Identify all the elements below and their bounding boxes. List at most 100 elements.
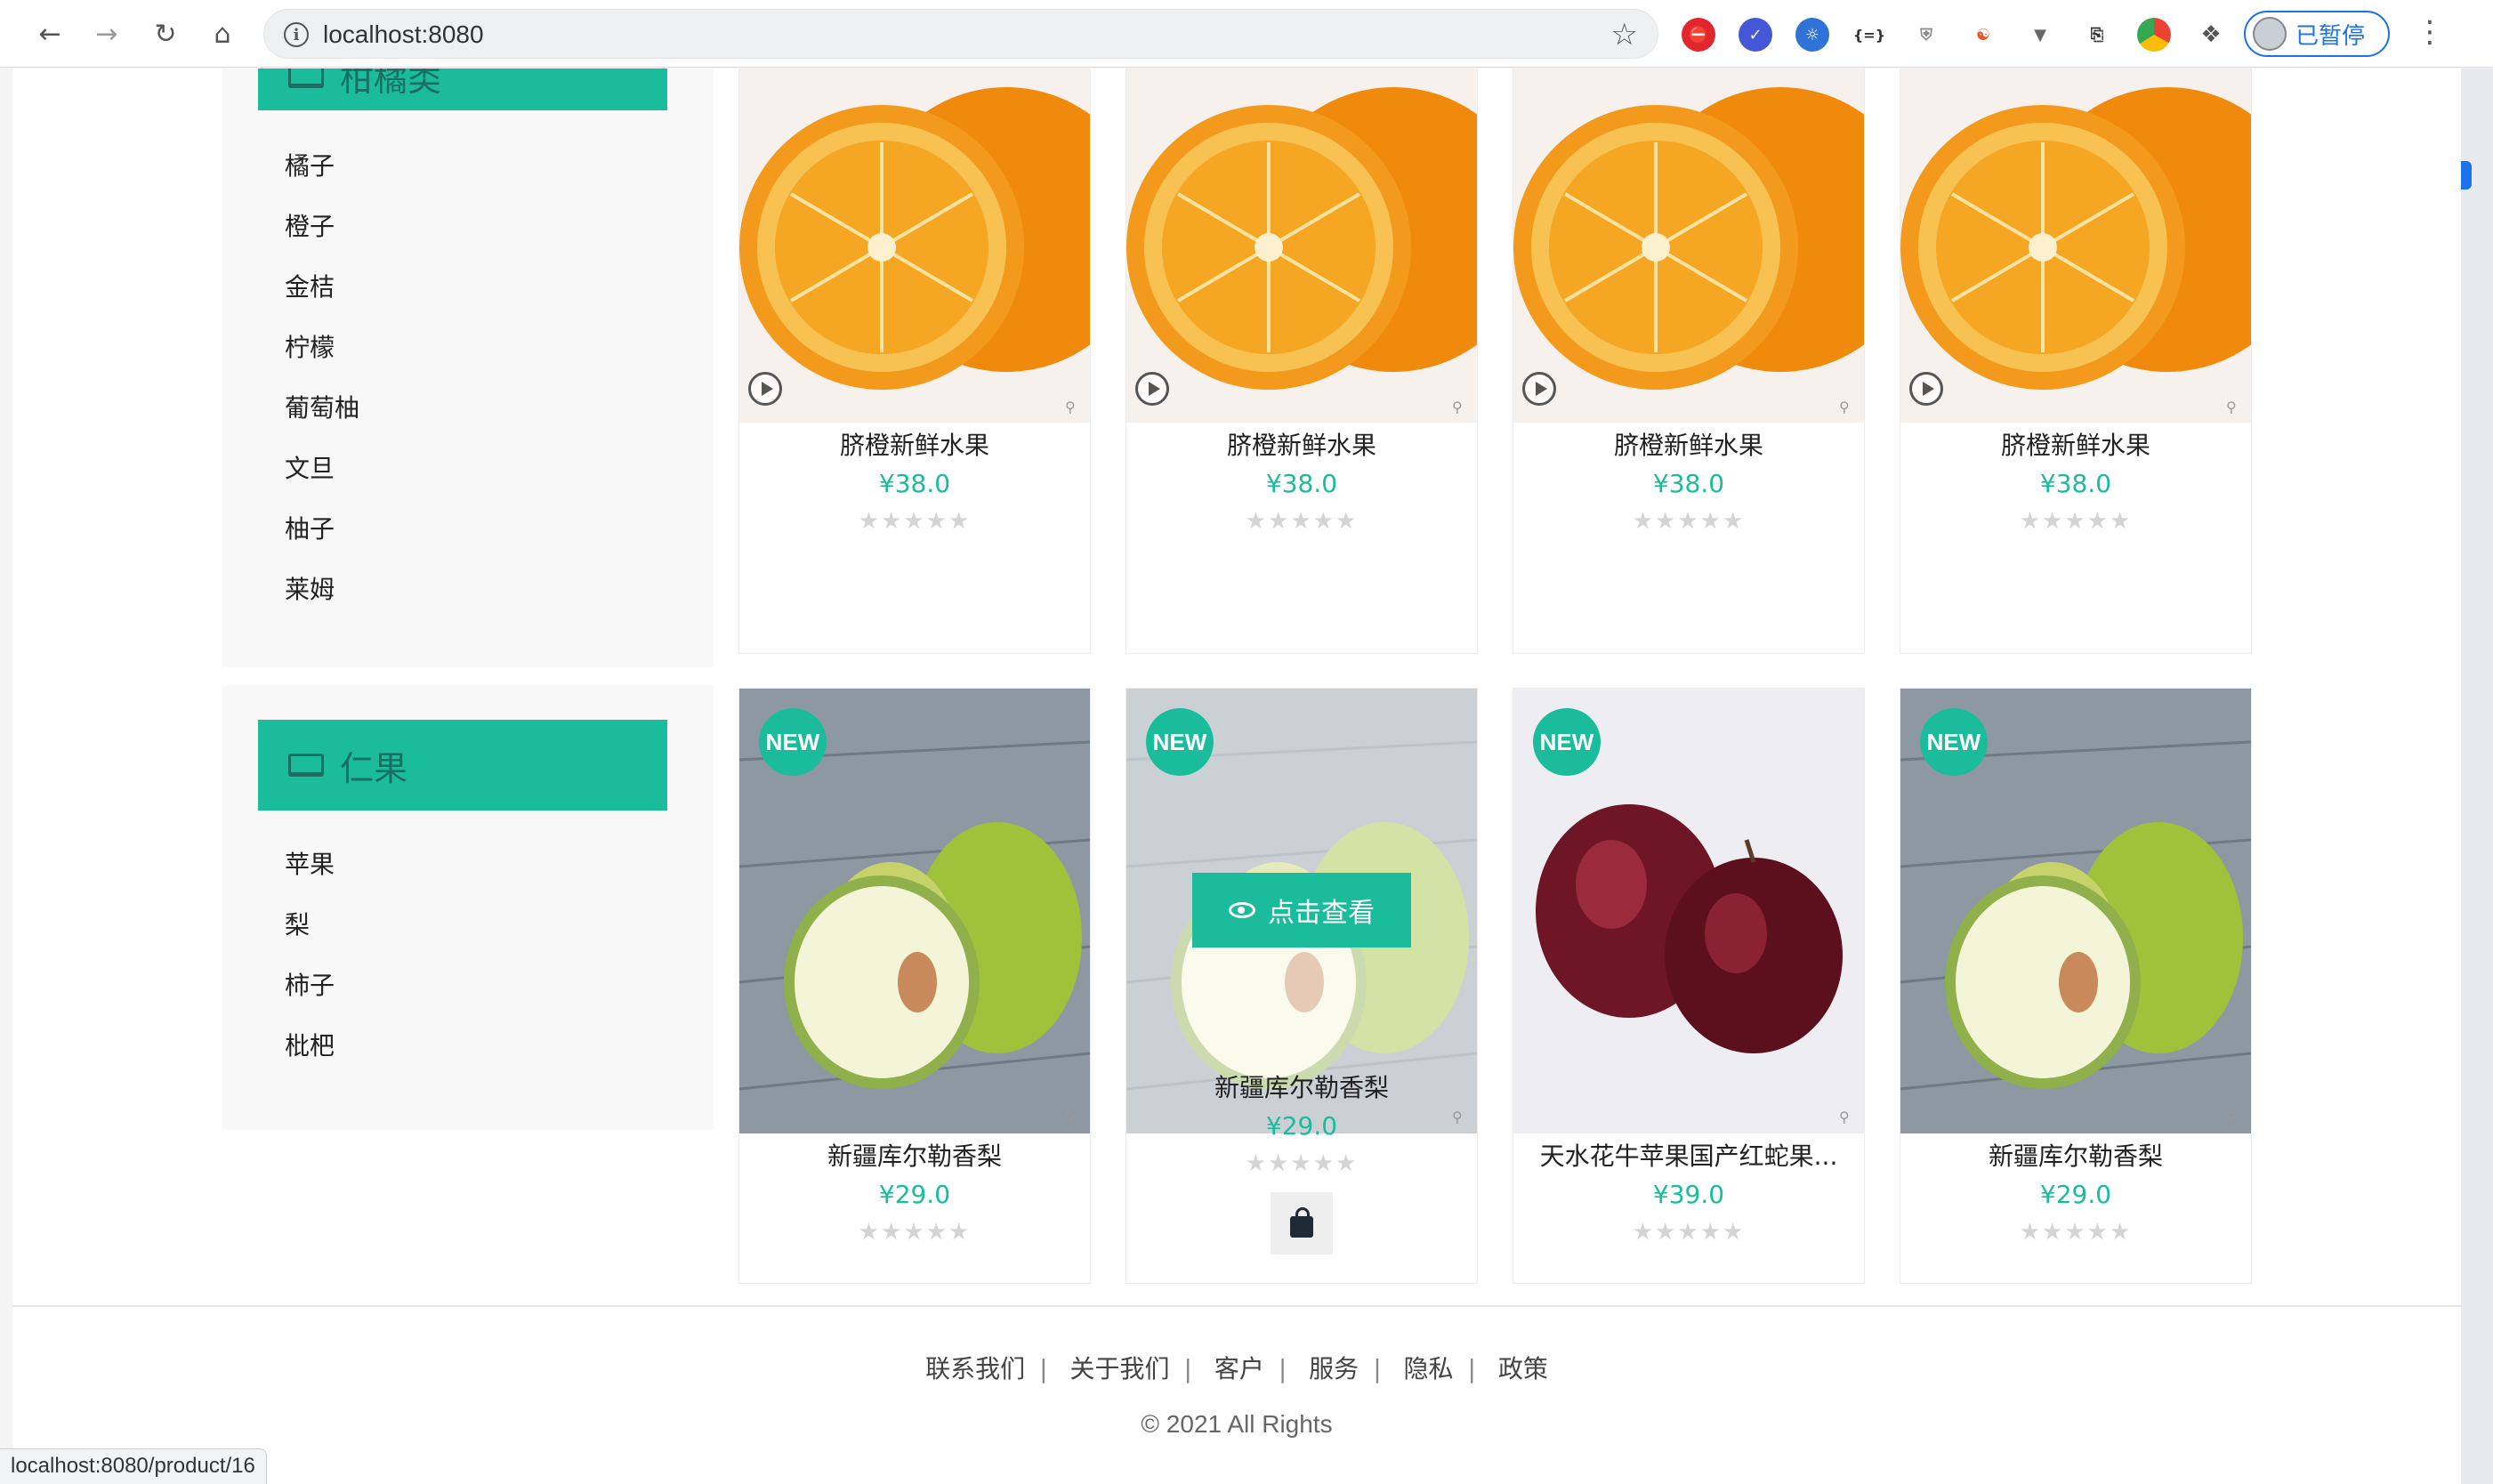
home-icon[interactable]: ⌂ [203, 14, 242, 53]
zoom-icon[interactable]: ⚲ [1065, 399, 1083, 416]
footer-link-policy[interactable]: 政策 [1498, 1354, 1548, 1383]
product-name[interactable]: 脐橙新鲜水果 [1126, 426, 1477, 462]
product-price: ¥38.0 [2039, 469, 2112, 498]
product-card[interactable]: ⚲ 脐橙新鲜水果 ¥38.0 ★★★★★ [1900, 69, 2252, 654]
footer-link-about[interactable]: 关于我们 [1069, 1354, 1169, 1383]
category-panel-citrus: 柑橘类 橘子 橙子 金桔 柠檬 葡萄柚 文旦 柚子 莱姆 [222, 69, 714, 667]
footer-link-privacy[interactable]: 隐私 [1404, 1354, 1454, 1383]
product-name[interactable]: 天水花牛苹果国产红蛇果... [1513, 1137, 1864, 1173]
category-list: 橘子 橙子 金桔 柠檬 葡萄柚 文旦 柚子 莱姆 [285, 150, 359, 634]
category-link[interactable]: 苹果 [285, 849, 335, 909]
rating-stars: ★★★★★ [2019, 508, 2133, 535]
category-link[interactable]: 葡萄柚 [285, 392, 359, 453]
product-card[interactable]: NEW ⚲ 新疆库尔勒香梨 ¥29.0 ★★★★★ [738, 688, 1091, 1284]
profile-status-label: 已暂停 [2295, 22, 2366, 50]
product-card[interactable]: ⚲ 脐橙新鲜水果 ¥38.0 ★★★★★ [1125, 69, 1478, 654]
verified-extension-icon[interactable]: ✓ [1739, 18, 1772, 52]
eye-icon [1229, 902, 1255, 918]
product-name[interactable]: 新疆库尔勒香梨 [1126, 1069, 1477, 1104]
laptop-icon [288, 69, 324, 88]
category-link[interactable]: 橙子 [285, 211, 359, 271]
vue-extension-icon[interactable]: ▼ [2023, 18, 2057, 52]
category-title: 仁果 [340, 748, 408, 788]
zoom-icon[interactable]: ⚲ [1452, 399, 1470, 416]
more-menu-icon[interactable]: ⋮ [2415, 14, 2445, 50]
product-price: ¥29.0 [2039, 1180, 2112, 1209]
product-card-hovered[interactable]: NEW 点击查看 ⚲ 新疆库尔勒香梨 ¥29.0 ★★★★★ [1125, 688, 1478, 1284]
address-bar[interactable]: i localhost:8080 ☆ [263, 9, 1658, 59]
product-image-orange[interactable]: ⚲ [1900, 69, 2251, 423]
zoom-icon[interactable]: ⚲ [1839, 399, 1857, 416]
category-link[interactable]: 金桔 [285, 271, 359, 332]
category-link[interactable]: 枇杷 [285, 1030, 335, 1091]
play-video-icon[interactable] [1522, 372, 1556, 406]
adblock-extension-icon[interactable]: ⛔ [1682, 18, 1715, 52]
product-name[interactable]: 新疆库尔勒香梨 [1900, 1137, 2251, 1173]
category-link[interactable]: 梨 [285, 909, 335, 970]
footer-links: 联系我们 | 关于我们 | 客户 | 服务 | 隐私 | 政策 [12, 1350, 2461, 1385]
product-card[interactable]: NEW ⚲ 天水花牛苹果国产红蛇果... ¥39.0 ★★★★★ [1513, 688, 1865, 1284]
category-link[interactable]: 柿子 [285, 970, 335, 1030]
product-name[interactable]: 脐橙新鲜水果 [739, 426, 1090, 462]
site-info-icon[interactable]: i [284, 22, 309, 47]
zoom-icon[interactable]: ⚲ [1065, 1109, 1083, 1126]
footer-link-contact[interactable]: 联系我们 [925, 1354, 1025, 1383]
new-badge: NEW [759, 708, 827, 776]
zoom-icon[interactable]: ⚲ [2226, 1109, 2244, 1126]
category-link[interactable]: 柠檬 [285, 332, 359, 392]
product-name[interactable]: 新疆库尔勒香梨 [739, 1137, 1090, 1173]
category-header: 仁果 [258, 720, 667, 811]
footer-link-services[interactable]: 服务 [1309, 1354, 1359, 1383]
chrome-extension-icon[interactable] [2137, 18, 2171, 52]
category-header: 柑橘类 [258, 69, 667, 110]
product-image-orange[interactable]: ⚲ [739, 69, 1090, 423]
product-card[interactable]: ⚲ 脐橙新鲜水果 ¥38.0 ★★★★★ [1513, 69, 1865, 654]
rating-stars: ★★★★★ [858, 508, 972, 535]
page-content: 柑橘类 橘子 橙子 金桔 柠檬 葡萄柚 文旦 柚子 莱姆 仁果 苹果 梨 柿子 … [12, 69, 2461, 1484]
translate-extension-icon[interactable]: ☼ [1795, 18, 1829, 52]
category-link[interactable]: 橘子 [285, 150, 359, 211]
product-name[interactable]: 脐橙新鲜水果 [1513, 426, 1864, 462]
json-extension-icon[interactable]: {=} [1852, 18, 1886, 52]
zoom-icon[interactable]: ⚲ [1839, 1109, 1857, 1126]
new-badge: NEW [1146, 708, 1214, 776]
product-price: ¥38.0 [1265, 469, 1338, 498]
rating-stars: ★★★★★ [1245, 508, 1359, 535]
laptop-icon [288, 754, 324, 777]
shield-extension-icon[interactable]: ⛨ [1909, 18, 1943, 52]
category-list: 苹果 梨 柿子 枇杷 [285, 849, 335, 1091]
product-image-pear[interactable]: NEW ⚲ [1900, 689, 2251, 1133]
bookmark-star-icon[interactable]: ☆ [1611, 17, 1638, 52]
footer-separator: | [1183, 1354, 1192, 1383]
footer-divider [12, 1305, 2461, 1307]
address-url[interactable]: localhost:8080 [323, 20, 484, 49]
product-name[interactable]: 脐橙新鲜水果 [1900, 426, 2251, 462]
puzzle-extensions-icon[interactable]: ❖ [2194, 18, 2228, 52]
back-arrow-icon[interactable]: ← [30, 14, 69, 53]
sitemap-extension-icon[interactable]: ☯ [1966, 18, 2000, 52]
product-image-apple[interactable]: NEW ⚲ [1513, 689, 1864, 1133]
play-video-icon[interactable] [748, 372, 782, 406]
product-image-orange[interactable]: ⚲ [1126, 69, 1477, 423]
quick-view-button[interactable]: 点击查看 [1192, 873, 1411, 948]
product-image-pear[interactable]: NEW ⚲ [739, 689, 1090, 1133]
footer-link-customers[interactable]: 客户 [1214, 1354, 1264, 1383]
play-video-icon[interactable] [1135, 372, 1169, 406]
clipboard-extension-icon[interactable]: ⎘ [2080, 18, 2114, 52]
side-panel-indicator [2461, 161, 2472, 190]
forward-arrow-icon[interactable]: → [87, 14, 126, 53]
category-link[interactable]: 文旦 [285, 453, 359, 513]
product-image-pear[interactable]: NEW 点击查看 ⚲ [1126, 689, 1477, 1133]
category-link[interactable]: 莱姆 [285, 574, 359, 634]
reload-icon[interactable]: ↻ [146, 14, 185, 53]
zoom-icon[interactable]: ⚲ [2226, 399, 2244, 416]
play-video-icon[interactable] [1909, 372, 1943, 406]
product-card[interactable]: NEW ⚲ 新疆库尔勒香梨 ¥29.0 ★★★★★ [1900, 688, 2252, 1284]
rating-stars: ★★★★★ [1245, 1150, 1359, 1177]
product-image-orange[interactable]: ⚲ [1513, 69, 1864, 423]
product-card[interactable]: ⚲ 脐橙新鲜水果 ¥38.0 ★★★★★ [738, 69, 1091, 654]
add-to-cart-button[interactable] [1271, 1192, 1333, 1254]
category-link[interactable]: 柚子 [285, 513, 359, 574]
profile-button[interactable]: 已暂停 [2244, 11, 2390, 57]
product-price: ¥39.0 [1652, 1180, 1725, 1209]
